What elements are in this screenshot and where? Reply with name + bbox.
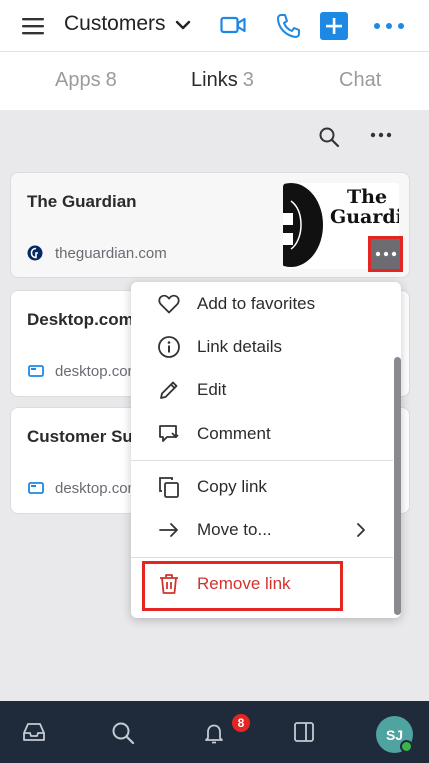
link-title: The Guardian: [27, 192, 137, 211]
video-call-icon[interactable]: [220, 14, 246, 36]
tab-apps[interactable]: Apps 8: [55, 69, 117, 92]
heart-icon: [158, 294, 180, 314]
tab-label: Apps: [55, 69, 101, 91]
presence-indicator: [400, 740, 413, 753]
info-icon: [158, 336, 180, 358]
link-card[interactable]: The Guardian theguardian.com The Guardia: [10, 172, 410, 278]
search-icon[interactable]: [318, 126, 340, 148]
tab-chat[interactable]: Chat: [339, 69, 381, 92]
inbox-icon[interactable]: [22, 721, 46, 743]
menu-item-edit[interactable]: Edit: [131, 370, 389, 410]
chevron-right-icon: [357, 523, 365, 537]
sidebar-panel-icon[interactable]: [293, 721, 315, 743]
comment-icon: [159, 425, 179, 442]
tab-links[interactable]: Links 3: [191, 69, 254, 92]
svg-text:Guardia: Guardia: [330, 206, 399, 228]
menu-item-label: Add to favorites: [197, 294, 316, 313]
hamburger-menu-icon[interactable]: [22, 15, 46, 37]
menu-item-copy-link[interactable]: Copy link: [131, 467, 389, 507]
tab-label: Links: [191, 69, 238, 91]
more-icon[interactable]: [372, 16, 406, 36]
search-icon[interactable]: [111, 721, 135, 745]
menu-item-label: Move to...: [197, 520, 272, 539]
copy-icon: [159, 477, 179, 498]
arrow-right-icon: [159, 523, 178, 537]
link-host: desktop.com: [55, 363, 141, 380]
desktop-favicon-icon: [28, 482, 44, 494]
menu-item-label: Copy link: [197, 477, 267, 496]
workspace-title[interactable]: Customers: [64, 12, 166, 36]
menu-item-move-to[interactable]: Move to...: [131, 510, 389, 550]
card-more-button[interactable]: [368, 236, 403, 272]
menu-item-add-to-favorites[interactable]: Add to favorites: [131, 284, 389, 324]
menu-divider: [131, 557, 393, 558]
svg-text:The: The: [347, 186, 387, 208]
highlight-box: [142, 561, 343, 611]
desktop-favicon-icon: [28, 365, 44, 377]
link-title: Customer Su: [27, 427, 133, 446]
more-icon[interactable]: [370, 130, 392, 140]
link-host: theguardian.com: [55, 245, 167, 262]
pencil-icon: [160, 381, 178, 399]
notification-badge: 8: [230, 712, 252, 734]
bottom-nav: [0, 701, 429, 763]
menu-item-label: Edit: [197, 380, 227, 399]
menu-item-comment[interactable]: Comment: [131, 414, 389, 454]
bell-icon[interactable]: [202, 721, 226, 745]
phone-icon[interactable]: [276, 13, 300, 39]
menu-scrollbar[interactable]: [394, 357, 401, 615]
menu-item-label: Comment: [197, 424, 271, 443]
plus-icon: [326, 18, 342, 34]
menu-divider: [131, 460, 393, 461]
more-icon: [375, 251, 396, 257]
menu-item-label: Link details: [197, 337, 283, 356]
link-host: desktop.com: [55, 480, 141, 497]
chevron-down-icon[interactable]: [174, 16, 192, 34]
tab-count: 8: [105, 69, 117, 91]
link-title: Desktop.com: [27, 310, 134, 329]
menu-item-link-details[interactable]: Link details: [131, 327, 389, 367]
top-bar: Customers: [0, 0, 429, 52]
tab-count: 3: [242, 69, 254, 91]
tab-bar: Apps 8 Links 3 Chat: [0, 52, 429, 110]
add-button[interactable]: [320, 12, 348, 40]
guardian-favicon-icon: [27, 245, 43, 261]
tab-label: Chat: [339, 69, 382, 91]
